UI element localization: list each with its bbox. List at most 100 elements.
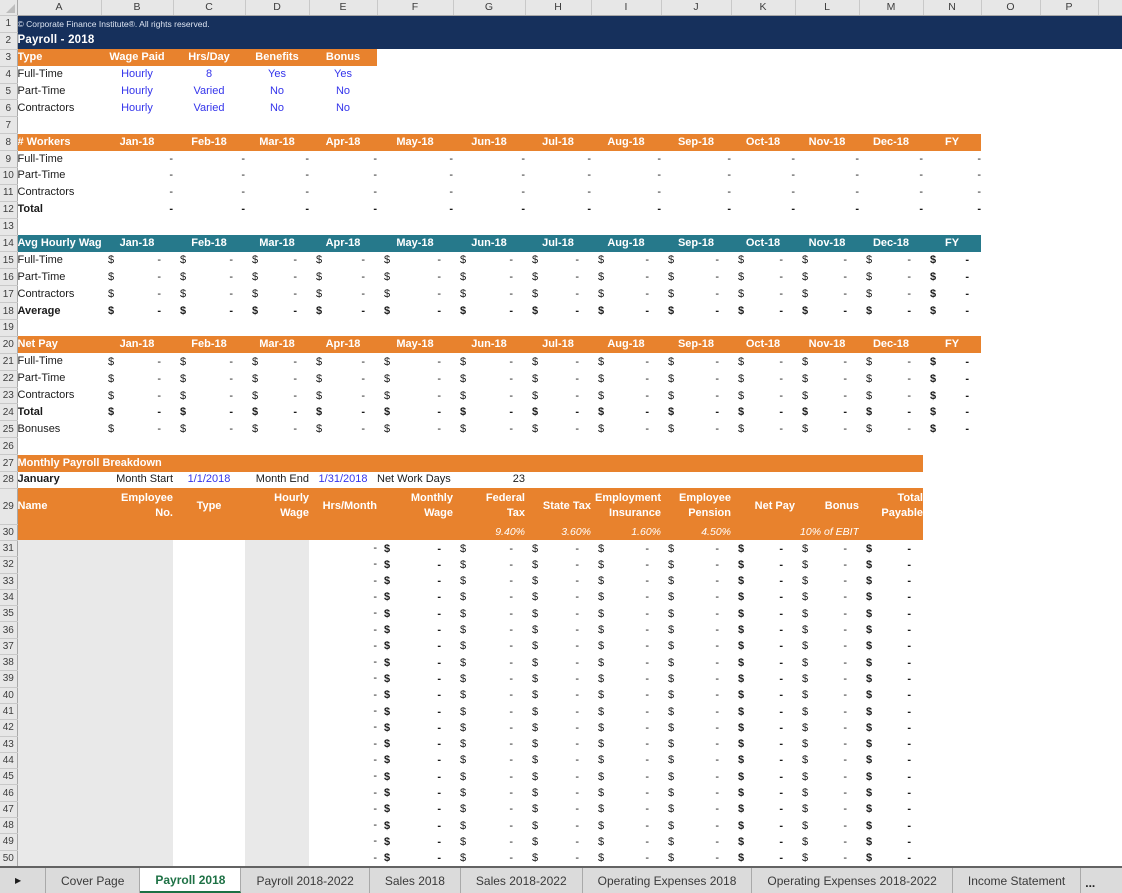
count-cell[interactable]: - (173, 184, 245, 201)
empty-cell[interactable] (591, 320, 661, 337)
empty-cell[interactable] (525, 218, 591, 235)
empty-cell[interactable] (981, 252, 1040, 269)
amount-cell[interactable]: $- (923, 353, 981, 370)
employee-no-input-cell[interactable] (101, 703, 173, 719)
empty-cell[interactable] (1040, 66, 1098, 83)
amount-cell[interactable]: $- (453, 404, 525, 421)
row-label[interactable]: Contractors (17, 184, 101, 201)
count-cell[interactable]: - (525, 168, 591, 185)
bonus-cell[interactable]: $- (795, 573, 859, 589)
state-tax-cell[interactable]: $- (525, 655, 591, 671)
empty-cell[interactable] (981, 134, 1040, 151)
empty-cell[interactable] (1040, 736, 1098, 752)
empty-cell[interactable] (1098, 117, 1122, 134)
employment-insurance-cell[interactable]: $- (591, 817, 661, 833)
employee-no-input-cell[interactable] (101, 687, 173, 703)
empty-cell[interactable] (981, 455, 1040, 472)
count-cell[interactable]: - (173, 151, 245, 168)
empty-cell[interactable] (859, 100, 923, 117)
empty-cell[interactable] (101, 320, 173, 337)
empty-cell[interactable] (923, 801, 981, 817)
row-header-12[interactable]: 12 (0, 201, 17, 218)
employee-no-input-cell[interactable] (101, 850, 173, 866)
empty-cell[interactable] (453, 100, 525, 117)
name-input-cell[interactable] (17, 687, 101, 703)
row-header-7[interactable]: 7 (0, 117, 17, 134)
col-header-C[interactable]: C (173, 0, 245, 16)
type-cell[interactable] (173, 638, 245, 654)
empty-cell[interactable] (1040, 540, 1098, 556)
amount-cell[interactable]: $- (525, 269, 591, 286)
empty-cell[interactable] (591, 66, 661, 83)
amount-cell[interactable]: $- (525, 353, 591, 370)
empty-cell[interactable] (1098, 655, 1122, 671)
empty-cell[interactable] (981, 573, 1040, 589)
row-header-18[interactable]: 18 (0, 303, 17, 320)
empty-cell[interactable] (453, 66, 525, 83)
empty-cell[interactable] (981, 370, 1040, 387)
type-cell[interactable] (173, 769, 245, 785)
empty-cell[interactable] (731, 100, 795, 117)
amount-cell[interactable]: $- (591, 404, 661, 421)
federal-tax-cell[interactable]: $- (453, 573, 525, 589)
empty-cell[interactable] (981, 303, 1040, 320)
employee-no-input-cell[interactable] (101, 557, 173, 573)
amount-cell[interactable]: $- (101, 370, 173, 387)
empty-cell[interactable] (981, 769, 1040, 785)
amount-cell[interactable]: $- (101, 286, 173, 303)
sheet-tab-payroll-2018-2022[interactable]: Payroll 2018-2022 (241, 868, 369, 893)
name-input-cell[interactable] (17, 801, 101, 817)
empty-cell[interactable] (1040, 455, 1098, 472)
employee-pension-cell[interactable]: $- (661, 769, 731, 785)
empty-cell[interactable] (1098, 303, 1122, 320)
hourly-wage-input-cell[interactable] (245, 606, 309, 622)
empty-cell[interactable] (1040, 801, 1098, 817)
empty-cell[interactable] (1040, 201, 1098, 218)
empty-cell[interactable] (795, 49, 859, 66)
empty-cell[interactable] (1098, 438, 1122, 455)
hrs-day-value[interactable]: 8 (173, 66, 245, 83)
type-cell[interactable] (173, 703, 245, 719)
bonus-cell[interactable]: $- (795, 557, 859, 573)
empty-cell[interactable] (173, 218, 245, 235)
amount-cell[interactable]: $- (309, 353, 377, 370)
col-header-E[interactable]: E (309, 0, 377, 16)
row-label[interactable]: Part-Time (17, 168, 101, 185)
benefits-value[interactable]: No (245, 83, 309, 100)
count-cell[interactable]: - (377, 184, 453, 201)
empty-cell[interactable] (1040, 235, 1098, 252)
row-header-25[interactable]: 25 (0, 421, 17, 438)
count-cell[interactable]: - (731, 201, 795, 218)
amount-cell[interactable]: $- (795, 353, 859, 370)
col-header-N[interactable]: N (923, 0, 981, 16)
empty-cell[interactable] (661, 218, 731, 235)
net-pay-cell[interactable]: $- (731, 736, 795, 752)
bonus-cell[interactable]: $- (795, 671, 859, 687)
hourly-wage-input-cell[interactable] (245, 720, 309, 736)
state-tax-cell[interactable]: $- (525, 606, 591, 622)
monthly-wage-cell[interactable]: $- (377, 557, 453, 573)
empty-cell[interactable] (923, 455, 981, 472)
employment-insurance-cell[interactable]: $- (591, 736, 661, 752)
amount-cell[interactable]: $- (173, 387, 245, 404)
employment-insurance-cell[interactable]: $- (591, 606, 661, 622)
employee-pension-cell[interactable]: $- (661, 638, 731, 654)
empty-cell[interactable] (923, 49, 981, 66)
count-cell[interactable]: - (661, 201, 731, 218)
amount-cell[interactable]: $- (101, 387, 173, 404)
tab-overflow-indicator[interactable]: ... (1081, 868, 1101, 893)
amount-cell[interactable]: $- (859, 421, 923, 438)
col-header-partial[interactable] (1098, 0, 1122, 16)
count-cell[interactable]: - (591, 184, 661, 201)
type-cell[interactable] (173, 606, 245, 622)
empty-cell[interactable] (981, 687, 1040, 703)
state-tax-cell[interactable]: $- (525, 703, 591, 719)
amount-cell[interactable]: $- (245, 387, 309, 404)
empty-cell[interactable] (1040, 83, 1098, 100)
hourly-wage-input-cell[interactable] (245, 785, 309, 801)
net-pay-cell[interactable]: $- (731, 769, 795, 785)
type-cell[interactable] (173, 736, 245, 752)
amount-cell[interactable]: $- (795, 387, 859, 404)
empty-cell[interactable] (1098, 524, 1122, 540)
amount-cell[interactable]: $- (309, 252, 377, 269)
